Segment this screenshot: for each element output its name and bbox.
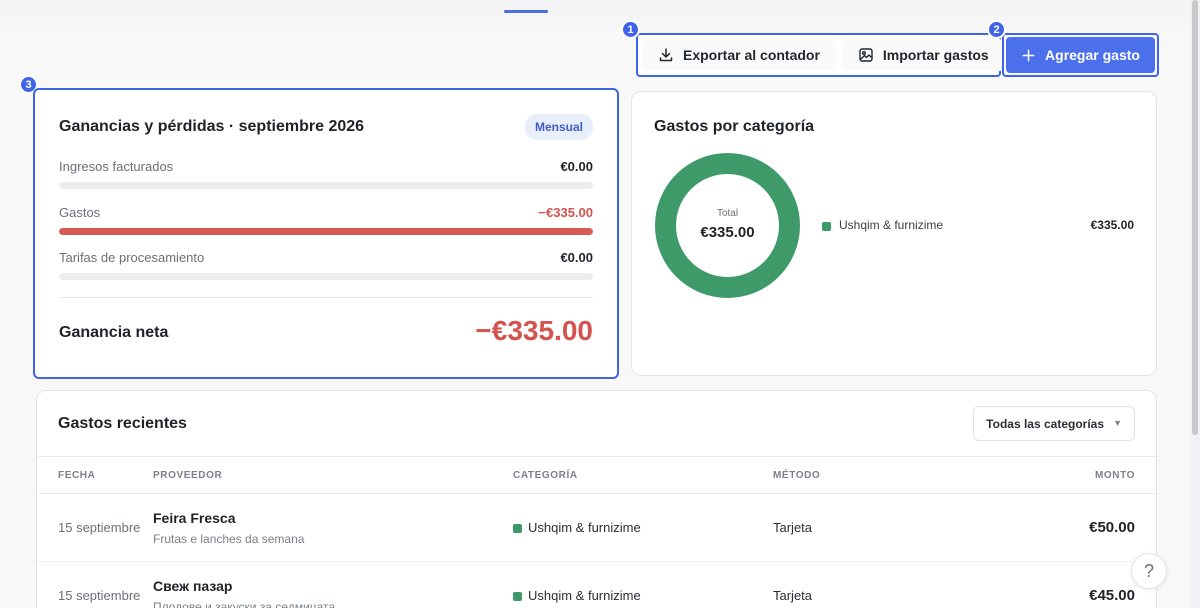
pl-row-label: Ingresos facturados — [59, 159, 174, 174]
net-profit-value: −€335.00 — [475, 315, 593, 346]
column-header-date[interactable]: FECHA — [58, 470, 95, 481]
download-icon — [659, 48, 673, 62]
table-row[interactable]: 15 septiembre Feira Fresca Frutas e lanc… — [37, 494, 1156, 562]
period-badge[interactable]: Mensual — [524, 114, 593, 140]
pl-row-bar — [59, 273, 593, 280]
add-expense-frame: Agregar gasto — [1002, 33, 1159, 77]
row-description: Плодове и закуски за седмицата — [153, 600, 336, 608]
annotation-marker-1: 1 — [621, 20, 640, 39]
recent-expenses-card: Gastos recientes Todas las categorías ▼ … — [36, 390, 1157, 608]
row-method: Tarjeta — [773, 520, 813, 535]
category-swatch — [513, 592, 522, 601]
pl-row-bar — [59, 182, 593, 189]
image-import-icon — [859, 48, 873, 62]
pl-row-label: Tarifas de procesamiento — [59, 250, 205, 265]
pl-row-value: −€335.00 — [538, 205, 593, 220]
legend-swatch — [822, 222, 831, 231]
row-method: Tarjeta — [773, 588, 813, 603]
donut-total-label: Total — [716, 208, 739, 219]
export-button[interactable]: Exportar al contador — [642, 39, 836, 71]
legend-name: Ushqim & furnizime — [839, 218, 944, 232]
pl-row-label: Gastos — [59, 205, 101, 220]
import-button-label: Importar gastos — [882, 47, 989, 63]
profit-loss-card: Ganancias y pérdidas · septiembre 2026 M… — [33, 88, 619, 379]
category-card-title: Gastos por categoría — [654, 118, 815, 135]
profit-loss-title: Ganancias y pérdidas · septiembre 2026 — [59, 118, 365, 135]
category-filter-select[interactable]: Todas las categorías ▼ — [973, 406, 1135, 441]
column-header-method[interactable]: MÉTODO — [773, 470, 820, 481]
table-row[interactable]: 15 septiembre Свеж пазар Плодове и закус… — [37, 562, 1156, 608]
import-button[interactable]: Importar gastos — [841, 39, 1005, 71]
column-header-amount[interactable]: MONTO — [1095, 470, 1135, 481]
row-vendor: Свеж пазар — [153, 578, 233, 594]
category-swatch — [513, 524, 522, 533]
pl-row-value: €0.00 — [560, 159, 593, 174]
scrollbar-thumb[interactable] — [1192, 0, 1198, 435]
pl-row-value: €0.00 — [560, 250, 593, 265]
question-mark-icon: ? — [1143, 560, 1154, 581]
pl-row-bar-fill — [59, 228, 593, 235]
donut-center: Total €335.00 — [654, 152, 801, 299]
row-vendor: Feira Fresca — [153, 510, 236, 526]
row-date: 15 septiembre — [58, 520, 141, 535]
donut-total-value: €335.00 — [700, 224, 755, 241]
column-header-category[interactable]: CATEGORÍA — [513, 470, 578, 481]
row-amount: €50.00 — [1089, 519, 1135, 536]
net-profit-label: Ganancia neta — [59, 324, 169, 341]
add-expense-button[interactable]: Agregar gasto — [1006, 37, 1155, 73]
category-filter-value: Todas las categorías — [986, 416, 1104, 431]
secondary-actions-group: Exportar al contador Importar gastos — [636, 33, 1005, 77]
plus-icon — [1022, 49, 1035, 61]
table-header: FECHA PROVEEDOR CATEGORÍA MÉTODO MONTO — [37, 456, 1156, 494]
row-description: Frutas e lanches da semana — [153, 532, 305, 546]
add-expense-label: Agregar gasto — [1045, 47, 1140, 63]
divider — [59, 297, 593, 298]
recent-expenses-title: Gastos recientes — [58, 415, 187, 432]
scrollbar-track[interactable] — [1190, 0, 1200, 608]
row-date: 15 septiembre — [58, 588, 141, 603]
legend-value: €335.00 — [1090, 218, 1134, 232]
annotation-marker-2: 2 — [987, 20, 1006, 39]
chevron-down-icon: ▼ — [1113, 418, 1122, 428]
column-header-vendor[interactable]: PROVEEDOR — [153, 470, 222, 481]
top-header-area — [0, 0, 1190, 34]
export-button-label: Exportar al contador — [683, 47, 820, 63]
pl-row-bar — [59, 228, 593, 235]
row-category: Ushqim & furnizime — [513, 520, 641, 535]
row-amount: €45.00 — [1089, 587, 1135, 604]
row-category-label: Ushqim & furnizime — [528, 520, 641, 535]
category-legend-item: Ushqim & furnizime €335.00 — [822, 218, 1134, 234]
active-tab-indicator — [504, 10, 548, 13]
row-category-label: Ushqim & furnizime — [528, 588, 641, 603]
expenses-by-category-card: Gastos por categoría Total €335.00 Ushqi… — [631, 91, 1157, 376]
row-category: Ushqim & furnizime — [513, 588, 641, 603]
help-button[interactable]: ? — [1131, 553, 1167, 589]
